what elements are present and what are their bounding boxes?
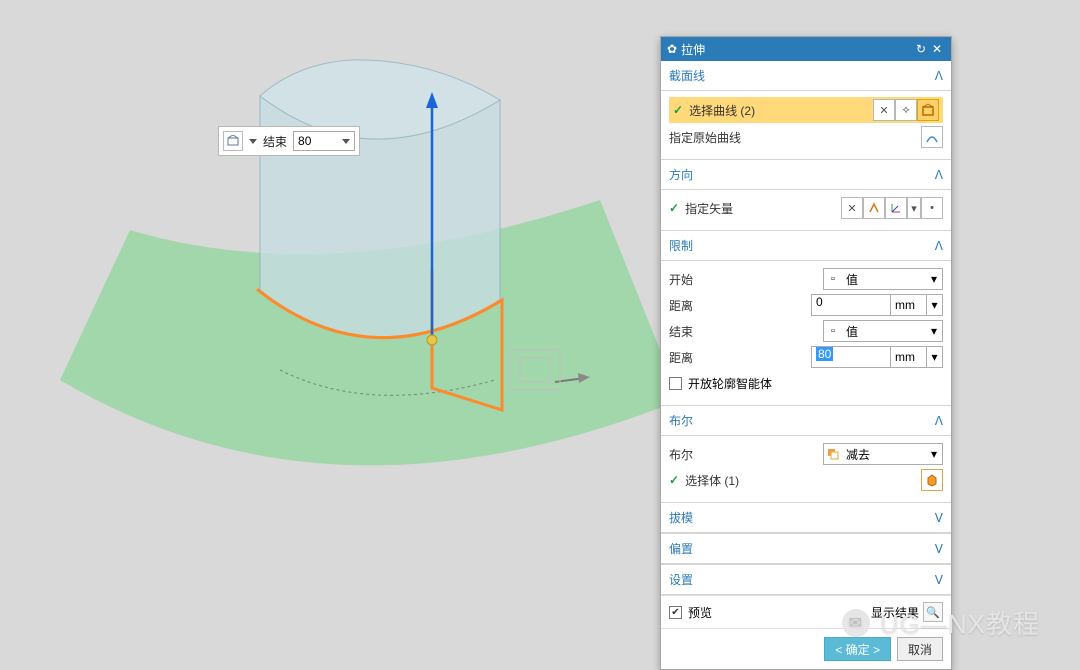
watermark: ✉ UG—NX教程: [842, 604, 1040, 641]
original-curve-icon[interactable]: [921, 126, 943, 148]
vector-x-icon[interactable]: ✕: [841, 197, 863, 219]
sketch-section-icon[interactable]: [917, 99, 939, 121]
value-type-icon: ▫: [824, 325, 842, 337]
intersection-icon[interactable]: ✕: [873, 99, 895, 121]
start-unit-dropdown[interactable]: ▾: [927, 294, 943, 316]
section-body-direction: ✓ 指定矢量 ✕ ▾ •: [661, 190, 951, 230]
boolean-type-row: 布尔 减去 ▾: [669, 442, 943, 466]
dimension-type-dropdown-arrow[interactable]: [249, 139, 257, 144]
dimension-label: 结束: [261, 133, 289, 150]
section-header-draft[interactable]: 拔模 ᐯ: [661, 502, 951, 533]
chevron-down-icon: ▾: [926, 324, 942, 338]
gear-icon: ✿: [667, 42, 677, 56]
specify-original-curve-row[interactable]: 指定原始曲线: [669, 125, 943, 149]
body-icon[interactable]: [921, 469, 943, 491]
start-type-row: 开始 ▫ 值 ▾: [669, 267, 943, 291]
close-icon[interactable]: ✕: [929, 42, 945, 56]
check-icon: ✓: [669, 201, 679, 215]
boolean-label: 布尔: [669, 446, 823, 463]
section-body-boolean: 布尔 减去 ▾ ✓ 选择体 (1): [661, 436, 951, 502]
end-type-row: 结束 ▫ 值 ▾: [669, 319, 943, 343]
end-unit: mm: [891, 346, 927, 368]
vector-dropdown-arrow[interactable]: ▾: [907, 197, 921, 219]
section-title: 限制: [669, 237, 935, 254]
dimension-value: 80: [298, 134, 311, 148]
wechat-icon: ✉: [842, 609, 870, 637]
open-profile-label: 开放轮廓智能体: [688, 375, 772, 392]
dialog-title: 拉伸: [681, 41, 705, 58]
specify-orig-label: 指定原始曲线: [669, 129, 921, 146]
select-curve-label: 选择曲线 (2): [689, 102, 873, 119]
chevron-down-icon: ▾: [926, 272, 942, 286]
check-icon: ✓: [673, 103, 683, 117]
chevron-up-icon: ᐱ: [935, 69, 943, 83]
specify-vector-row[interactable]: ✓ 指定矢量 ✕ ▾ •: [669, 196, 943, 220]
section-title: 拔模: [669, 509, 935, 526]
vector-reverse-icon[interactable]: [863, 197, 885, 219]
extrude-dialog: ✿ 拉伸 ↻ ✕ 截面线 ᐱ ✓ 选择曲线 (2) ✕ ⟡ 指定原始曲线 方向 …: [660, 36, 952, 670]
dimension-type-icon[interactable]: [223, 131, 243, 151]
dimension-value-input[interactable]: 80: [293, 131, 355, 151]
open-profile-row[interactable]: 开放轮廓智能体: [669, 371, 943, 395]
end-distance-input[interactable]: 80: [811, 346, 891, 368]
end-label: 结束: [669, 323, 823, 340]
chevron-up-icon: ᐱ: [935, 168, 943, 182]
dimension-value-dropdown-arrow[interactable]: [342, 139, 350, 144]
distance-label: 距离: [669, 349, 811, 366]
section-body-limits: 开始 ▫ 值 ▾ 距离 0 mm ▾ 结束 ▫ 值 ▾ 距离 80 mm ▾: [661, 261, 951, 405]
section-header-direction[interactable]: 方向 ᐱ: [661, 159, 951, 190]
start-label: 开始: [669, 271, 823, 288]
chevron-up-icon: ᐱ: [935, 239, 943, 253]
open-profile-checkbox[interactable]: [669, 377, 682, 390]
select-curve-row[interactable]: ✓ 选择曲线 (2) ✕ ⟡: [669, 97, 943, 123]
section-header-settings[interactable]: 设置 ᐯ: [661, 564, 951, 595]
section-body-curve: ✓ 选择曲线 (2) ✕ ⟡ 指定原始曲线: [661, 91, 951, 159]
chevron-down-icon: ▾: [926, 447, 942, 461]
chevron-down-icon: ᐯ: [935, 573, 943, 587]
curve-tool-icon[interactable]: ⟡: [895, 99, 917, 121]
select-body-label: 选择体 (1): [685, 472, 921, 489]
chevron-down-icon: ᐯ: [935, 542, 943, 556]
vector-point-icon[interactable]: •: [921, 197, 943, 219]
section-title: 方向: [669, 166, 935, 183]
section-header-boolean[interactable]: 布尔 ᐱ: [661, 405, 951, 436]
section-header-limits[interactable]: 限制 ᐱ: [661, 230, 951, 261]
select-body-row[interactable]: ✓ 选择体 (1): [669, 468, 943, 492]
value-type-icon: ▫: [824, 273, 842, 285]
dialog-titlebar[interactable]: ✿ 拉伸 ↻ ✕: [661, 37, 951, 61]
specify-vector-label: 指定矢量: [685, 200, 841, 217]
chevron-down-icon: ᐯ: [935, 511, 943, 525]
boolean-combo[interactable]: 减去 ▾: [823, 443, 943, 465]
section-title: 设置: [669, 571, 935, 588]
section-title: 截面线: [669, 67, 935, 84]
start-type-combo[interactable]: ▫ 值 ▾: [823, 268, 943, 290]
end-distance-row: 距离 80 mm ▾: [669, 345, 943, 369]
section-title: 偏置: [669, 540, 935, 557]
distance-label: 距离: [669, 297, 811, 314]
section-header-offset[interactable]: 偏置 ᐯ: [661, 533, 951, 564]
subtract-icon: [824, 448, 842, 460]
start-distance-input[interactable]: 0: [811, 294, 891, 316]
preview-checkbox[interactable]: [669, 606, 682, 619]
preview-label: 预览: [688, 604, 712, 621]
dimension-editor[interactable]: 结束 80: [218, 126, 360, 156]
end-unit-dropdown[interactable]: ▾: [927, 346, 943, 368]
start-unit: mm: [891, 294, 927, 316]
section-header-curve[interactable]: 截面线 ᐱ: [661, 61, 951, 91]
start-distance-row: 距离 0 mm ▾: [669, 293, 943, 317]
reset-icon[interactable]: ↻: [913, 42, 929, 56]
section-title: 布尔: [669, 412, 935, 429]
watermark-text: UG—NX教程: [880, 604, 1040, 641]
chevron-up-icon: ᐱ: [935, 414, 943, 428]
check-icon: ✓: [669, 473, 679, 487]
vector-axis-icon[interactable]: [885, 197, 907, 219]
end-type-combo[interactable]: ▫ 值 ▾: [823, 320, 943, 342]
